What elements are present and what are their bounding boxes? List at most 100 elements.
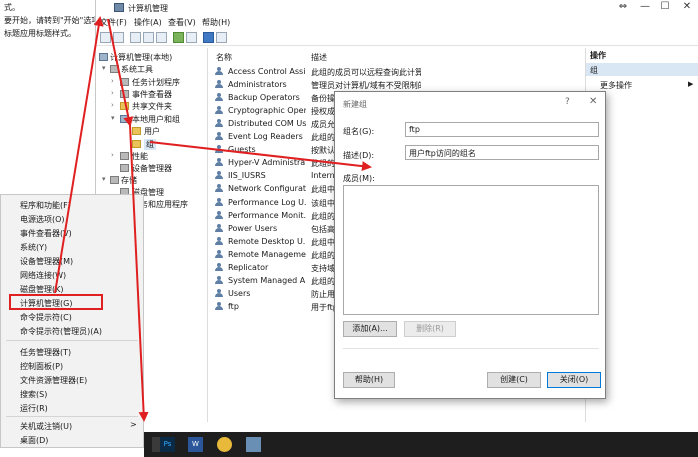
column-header-name[interactable]: 名称 <box>216 52 232 63</box>
dialog-separator <box>343 348 599 349</box>
row-name: Power Users <box>228 223 278 233</box>
tree-storage[interactable]: 存储 <box>121 175 137 186</box>
tree-local-users-groups[interactable]: 本地用户和组 <box>132 114 180 125</box>
group-icon <box>215 80 224 89</box>
tree-system-tools[interactable]: 系统工具 <box>121 64 153 75</box>
forward-icon[interactable] <box>113 32 124 43</box>
group-icon <box>215 223 224 233</box>
expand-icon[interactable]: › <box>111 101 114 109</box>
maximize-button[interactable]: ☐ <box>654 1 676 13</box>
performance-icon <box>120 152 129 160</box>
column-header-description[interactable]: 描述 <box>311 52 327 63</box>
expand-icon[interactable]: › <box>111 89 114 97</box>
minimize-button[interactable]: — <box>634 1 656 13</box>
add-member-button[interactable]: 添加(A)... <box>343 321 397 337</box>
context-menu-item[interactable]: 桌面(D) <box>20 435 48 446</box>
group-icon <box>215 210 224 220</box>
create-button[interactable]: 创建(C) <box>487 372 541 388</box>
row-name: Distributed COM Us... <box>228 119 306 129</box>
back-icon[interactable] <box>100 32 111 43</box>
context-menu-item[interactable]: 命令提示符(管理员)(A) <box>20 326 102 337</box>
tools-icon <box>110 65 119 73</box>
remove-member-button[interactable]: 删除(R) <box>404 321 456 337</box>
table-row[interactable]: Administrators 管理员对计算机/域有不受限制的... <box>213 78 583 91</box>
title-bar: 计算机管理 ⇔ — ☐ ✕ <box>96 0 698 15</box>
dialog-close-button[interactable]: 关闭(O) <box>547 372 601 388</box>
context-menu-item[interactable]: 关机或注销(U) <box>20 421 72 432</box>
more-actions-arrow-icon[interactable]: ▶ <box>688 80 693 88</box>
tree-shared-folders[interactable]: 共享文件夹 <box>132 101 172 112</box>
group-icon <box>215 132 224 141</box>
users-groups-icon <box>120 115 129 123</box>
tree-device-manager[interactable]: 设备管理器 <box>132 163 172 174</box>
tree-task-scheduler[interactable]: 任务计划程序 <box>132 77 180 88</box>
tree-root[interactable]: 计算机管理(本地) <box>110 52 172 63</box>
doc-line-2: 要开始，请转到"开始"选项 <box>4 16 100 25</box>
menu-help[interactable]: 帮助(H) <box>202 17 230 28</box>
app-icon[interactable] <box>246 437 261 452</box>
collapse-icon[interactable]: ▾ <box>111 114 115 122</box>
menu-action[interactable]: 操作(A) <box>134 17 162 28</box>
description-input[interactable]: 用户ftp访问的组名 <box>405 145 599 160</box>
help-icon[interactable]: ? <box>565 97 570 107</box>
word-icon[interactable]: W <box>188 437 203 452</box>
export-icon[interactable] <box>156 32 167 43</box>
members-list[interactable] <box>343 185 599 315</box>
group-name-input[interactable]: ftp <box>405 122 599 137</box>
paint-icon[interactable] <box>217 437 232 452</box>
group-icon <box>215 67 224 76</box>
collapse-icon[interactable]: ▾ <box>102 175 106 183</box>
properties-icon[interactable] <box>186 32 197 43</box>
menu-separator <box>6 340 138 341</box>
members-label: 成员(M): <box>343 174 375 183</box>
show-actions-icon[interactable] <box>216 32 227 43</box>
context-menu-item[interactable]: 控制面板(P) <box>20 361 63 372</box>
context-menu-item[interactable]: 任务管理器(T) <box>20 347 71 358</box>
actions-group[interactable]: 组 <box>586 63 698 76</box>
up-icon[interactable] <box>130 32 141 43</box>
context-menu-item[interactable]: 搜索(S) <box>20 389 47 400</box>
tree-event-viewer[interactable]: 事件查看器 <box>132 89 172 100</box>
restore-icon[interactable]: ⇔ <box>612 1 634 13</box>
context-menu-item[interactable]: 事件查看器(V) <box>20 228 72 239</box>
photoshop-icon[interactable]: Ps <box>160 437 175 452</box>
row-name: Event Log Readers <box>228 132 303 142</box>
row-name: Hyper-V Administra... <box>228 158 306 168</box>
table-row[interactable]: Access Control Assi... 此组的成员可以远程查询此计算... <box>213 65 583 78</box>
tree-users[interactable]: 用户 <box>144 126 160 137</box>
window-title: 计算机管理 <box>128 4 168 13</box>
context-menu-item[interactable]: 文件资源管理器(E) <box>20 375 87 386</box>
context-menu-item[interactable]: 系统(Y) <box>20 242 47 253</box>
help-icon[interactable] <box>203 32 214 43</box>
tree-performance[interactable]: 性能 <box>132 151 148 162</box>
storage-icon <box>110 176 119 184</box>
shared-folder-icon <box>120 102 129 110</box>
document-background: 式。 要开始，请转到"开始"选项 标题应用标题样式。 <box>0 0 100 45</box>
submenu-chevron-icon[interactable]: > <box>130 420 137 429</box>
context-menu-item[interactable]: 电源选项(O) <box>20 214 65 225</box>
more-actions[interactable]: 更多操作 <box>600 80 632 91</box>
context-menu-item[interactable]: 设备管理器(M) <box>20 256 73 267</box>
context-menu-item[interactable]: 命令提示符(C) <box>20 312 72 323</box>
close-button[interactable]: ✕ <box>676 1 698 13</box>
dialog-close-icon[interactable]: ✕ <box>589 96 597 107</box>
group-icon <box>215 197 224 207</box>
dialog-help-button[interactable]: 帮助(H) <box>343 372 395 388</box>
context-menu-item[interactable]: 运行(R) <box>20 403 48 414</box>
refresh-icon[interactable] <box>173 32 184 43</box>
tree-groups[interactable]: 组 <box>144 139 156 150</box>
context-menu-item[interactable]: 网络连接(W) <box>20 270 66 281</box>
show-tree-icon[interactable] <box>143 32 154 43</box>
folder-icon <box>132 127 141 135</box>
row-name: ftp <box>228 301 239 311</box>
row-name: Backup Operators <box>228 93 300 103</box>
context-menu-item[interactable]: 程序和功能(F) <box>20 200 71 211</box>
menu-separator <box>6 416 138 417</box>
menu-view[interactable]: 查看(V) <box>168 17 196 28</box>
menu-file[interactable]: 文件(F) <box>100 17 127 28</box>
collapse-icon[interactable]: ▾ <box>102 64 106 72</box>
menu-bar: 文件(F) 操作(A) 查看(V) 帮助(H) <box>96 15 698 29</box>
expand-icon[interactable]: › <box>111 77 114 85</box>
expand-icon[interactable]: › <box>111 151 114 159</box>
group-icon <box>215 106 224 115</box>
